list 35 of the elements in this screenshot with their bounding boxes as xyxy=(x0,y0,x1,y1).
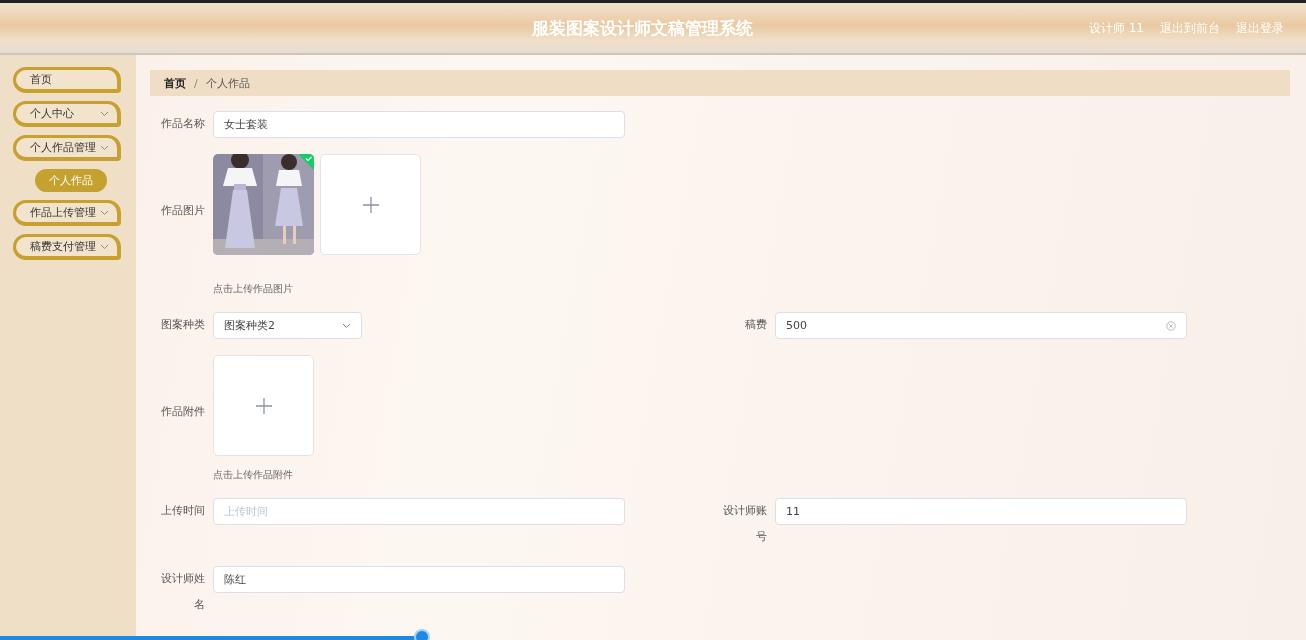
field-label: 设计师姓名 xyxy=(161,571,205,613)
plus-icon xyxy=(254,396,273,415)
breadcrumb-item: 个人作品 xyxy=(205,75,250,91)
menu-item[interactable]: 个人作品管理 xyxy=(13,135,121,161)
select-field[interactable]: 图案种类2 xyxy=(213,312,362,339)
field-label: 作品图片 xyxy=(161,203,205,219)
menu-item[interactable]: 作品上传管理 xyxy=(13,200,121,226)
field-label: 图案种类 xyxy=(161,317,205,333)
app-title: 服装图案设计师文稿管理系统 xyxy=(531,16,753,40)
field-label: 上传时间 xyxy=(161,503,205,519)
menu-item[interactable]: 首页 xyxy=(13,67,121,93)
menu-item[interactable]: 个人中心 xyxy=(13,101,121,127)
upload-hint: 点击上传作品附件 xyxy=(213,468,294,482)
chevron-down-icon xyxy=(100,110,109,117)
text-field[interactable]: 陈红 xyxy=(213,566,625,593)
field-label: 作品名称 xyxy=(161,116,205,132)
chevron-down-icon xyxy=(100,144,109,151)
text-field[interactable]: 女士套装 xyxy=(213,111,625,138)
text-field[interactable]: 500 xyxy=(775,312,1187,339)
field-label: 作品附件 xyxy=(161,404,205,420)
field-label: 稿费 xyxy=(744,317,767,333)
text-field[interactable]: 11 xyxy=(775,498,1187,525)
field-label: 设计师账号 xyxy=(723,503,767,545)
breadcrumb-item[interactable]: 首页 xyxy=(164,75,186,91)
chevron-down-icon xyxy=(100,209,109,216)
breadcrumb-separator: / xyxy=(194,76,198,90)
clear-icon[interactable] xyxy=(1166,320,1176,331)
chevron-down-icon xyxy=(100,243,109,250)
upload-box[interactable] xyxy=(320,154,421,255)
upload-hint: 点击上传作品图片 xyxy=(213,282,294,296)
playback-handle[interactable] xyxy=(415,631,428,640)
upload-box[interactable] xyxy=(213,355,314,456)
chevron-down-icon xyxy=(342,322,351,329)
menu-item[interactable]: 稿费支付管理 xyxy=(13,234,121,260)
plus-icon xyxy=(361,195,380,214)
